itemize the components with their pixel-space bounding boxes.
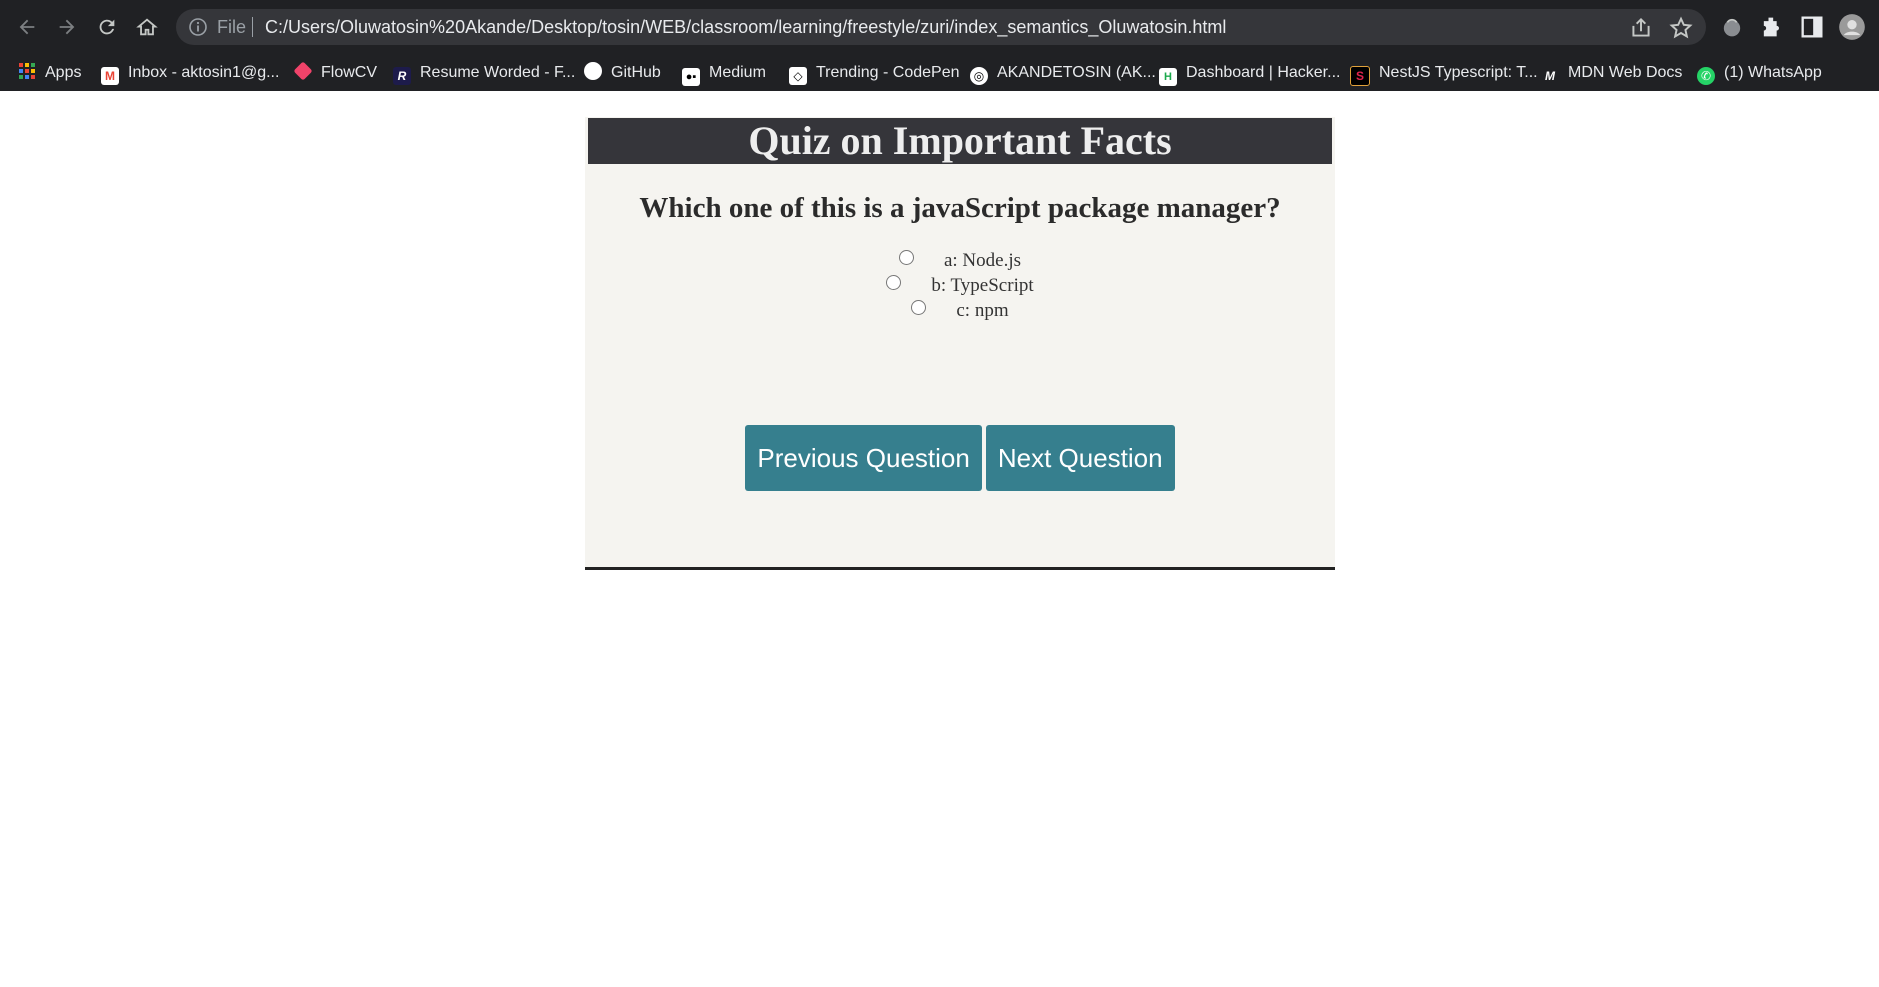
bookmark-akandetosin[interactable]: ◎ AKANDETOSIN (AK... [970,54,1156,91]
bookmark-mdn[interactable]: M MDN Web Docs [1541,54,1682,91]
apps-grid-icon [18,62,36,80]
quiz-title: Quiz on Important Facts [588,118,1332,164]
extensions-puzzle-icon[interactable] [1758,13,1786,41]
share-icon[interactable] [1628,15,1654,41]
bookmark-label: AKANDETOSIN (AK... [997,64,1156,81]
previous-question-button[interactable]: Previous Question [745,425,982,491]
profile-avatar-icon[interactable] [1838,13,1866,41]
answer-label-b: b: TypeScript [931,275,1034,296]
home-icon [136,18,158,36]
answer-label-a: a: Node.js [943,250,1022,271]
bookmark-flowcv[interactable]: FlowCV [293,54,378,91]
whatsapp-icon: ✆ [1697,67,1715,85]
circle-logo-icon: ◎ [970,67,988,85]
bookmark-label: Dashboard | Hacker... [1186,64,1341,81]
back-arrow-icon [19,19,35,35]
gmail-icon: M [101,67,119,85]
address-scheme: File [217,17,247,37]
bookmark-label: NestJS Typescript: T... [1379,64,1538,81]
flowcv-icon [293,61,313,81]
bookmark-codepen[interactable]: ◇ Trending - CodePen [789,54,960,91]
github-icon [584,62,602,80]
bookmarks-bar: Apps M Inbox - aktosin1@g... FlowCV R Resu… [0,54,1879,91]
codepen-icon: ◇ [789,67,807,85]
forward-arrow-icon [59,19,75,35]
nestjs-icon: S [1350,66,1370,86]
bookmark-label: Resume Worded - F... [420,64,576,81]
extension-icon[interactable] [1718,13,1746,41]
answer-option-c[interactable]: c: npm [585,300,1335,325]
forward-button[interactable] [49,10,85,44]
hackerrank-icon: H [1159,68,1177,86]
resume-worded-icon: R [393,67,411,85]
bookmark-gmail[interactable]: M Inbox - aktosin1@g... [101,54,279,91]
next-question-button[interactable]: Next Question [985,425,1175,491]
back-button[interactable] [9,10,45,44]
bookmark-label: GitHub [611,64,661,81]
bookmark-whatsapp[interactable]: ✆ (1) WhatsApp [1697,54,1822,91]
question-text: Which one of this is a javaScript packag… [639,192,1281,224]
answer-radio-a[interactable] [898,250,914,265]
answer-option-b[interactable]: b: TypeScript [585,275,1335,300]
bookmark-label: Trending - CodePen [816,64,960,81]
quiz-card: Quiz on Important Facts Which one of thi… [585,117,1335,570]
bookmark-hackerrank[interactable]: H Dashboard | Hacker... [1159,54,1340,91]
answer-label-c: c: npm [956,300,1009,321]
bookmark-label: Inbox - aktosin1@g... [128,64,280,81]
info-icon[interactable] [188,17,208,37]
answer-radio-c[interactable] [911,300,927,315]
bookmark-label: Medium [709,64,766,81]
bookmark-star-icon[interactable] [1668,15,1694,41]
bookmark-label: (1) WhatsApp [1724,64,1822,81]
browser-chrome: File C:/Users/Oluwatosin%20Akande/Deskto… [0,0,1879,91]
address-separator [252,17,253,37]
answer-option-a[interactable]: a: Node.js [585,250,1335,275]
bookmark-resume-worded[interactable]: R Resume Worded - F... [393,54,575,91]
bookmark-label: Apps [45,64,82,81]
side-panel-icon[interactable] [1798,13,1826,41]
bookmark-nestjs[interactable]: S NestJS Typescript: T... [1350,54,1538,91]
address-bar[interactable]: File C:/Users/Oluwatosin%20Akande/Deskto… [176,9,1706,45]
bookmark-apps[interactable]: Apps [18,54,81,91]
reload-button[interactable] [89,10,125,44]
bookmark-medium[interactable]: ●▪ Medium [682,54,766,91]
bookmark-label: MDN Web Docs [1568,64,1683,81]
home-button[interactable] [129,10,165,44]
quiz-navigation: Previous Question Next Question [585,425,1335,491]
browser-toolbar: File C:/Users/Oluwatosin%20Akande/Deskto… [0,0,1879,54]
bookmark-label: FlowCV [321,64,378,81]
mdn-icon: M [1545,69,1555,83]
bookmark-github[interactable]: GitHub [584,54,661,91]
answer-radio-b[interactable] [886,275,902,290]
medium-icon: ●▪ [682,68,700,86]
address-url[interactable]: C:/Users/Oluwatosin%20Akande/Desktop/tos… [265,9,1226,45]
reload-icon [99,19,115,35]
